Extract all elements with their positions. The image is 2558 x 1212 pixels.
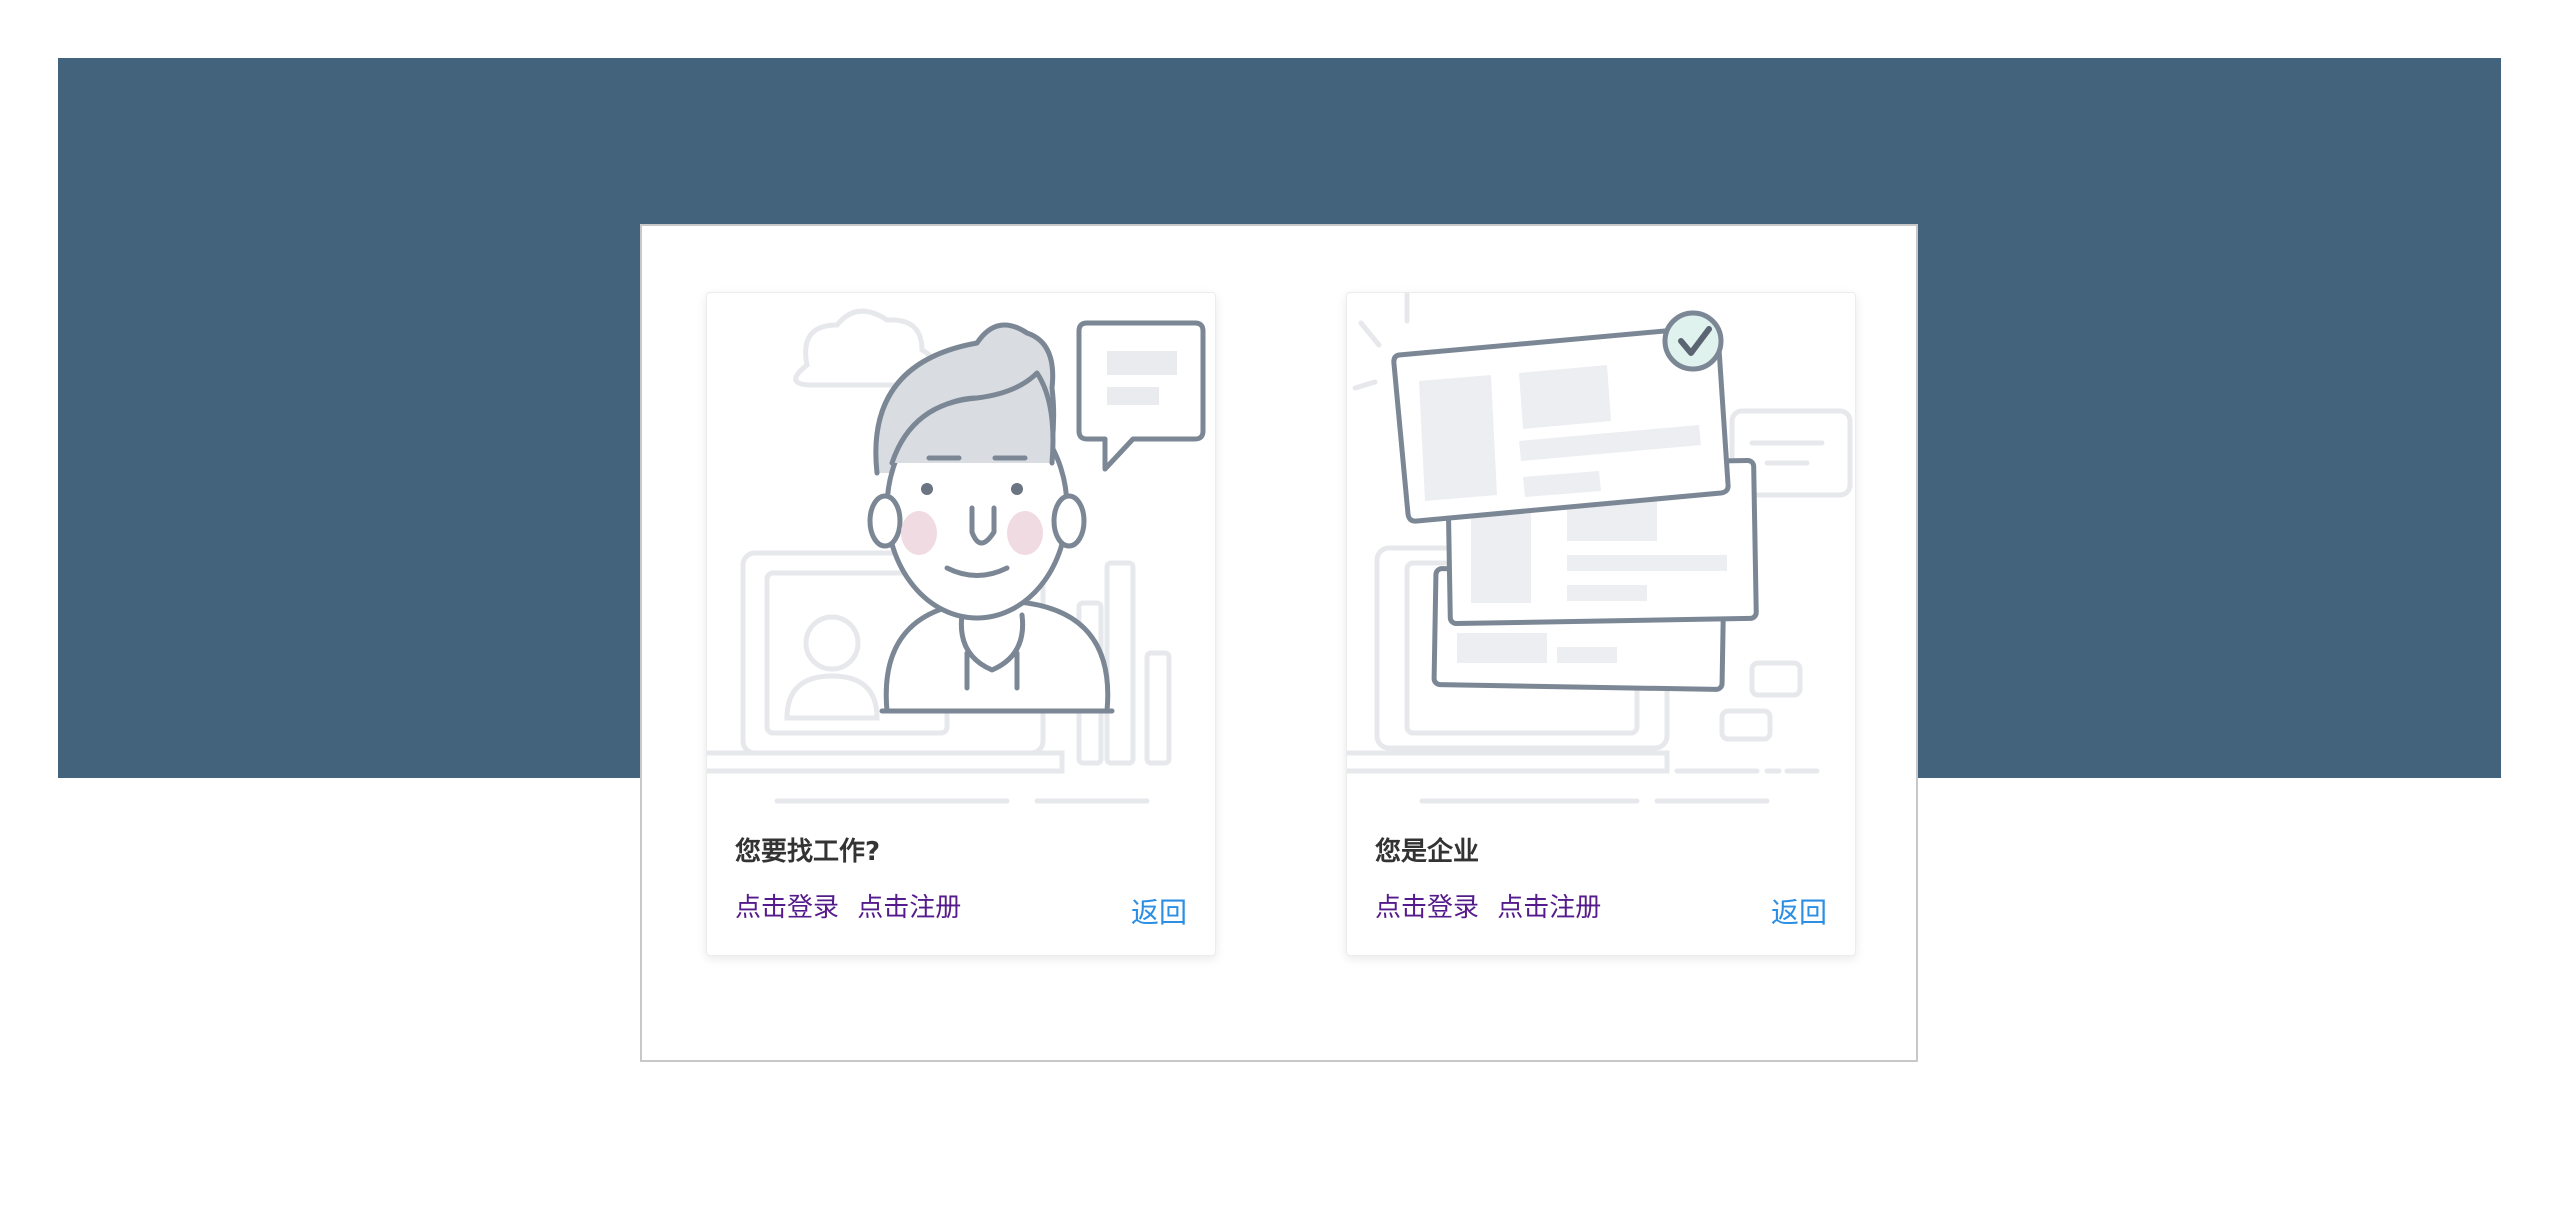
enterprise-title: 您是企业 xyxy=(1375,837,1480,867)
enterprise-auth-links: 点击登录 点击注册 xyxy=(1375,887,1601,924)
job-seeker-back-link[interactable]: 返回 xyxy=(1131,891,1187,931)
enterprise-login-link[interactable]: 点击登录 xyxy=(1375,893,1479,923)
role-select-panel: 您要找工作? 点击登录 点击注册 返回 您是企业 点击登录 点击注册 返回 xyxy=(640,224,1918,1062)
job-seeker-register-link[interactable]: 点击注册 xyxy=(857,893,961,923)
job-seeker-login-link[interactable]: 点击登录 xyxy=(735,893,839,923)
enterprise-back-link[interactable]: 返回 xyxy=(1771,891,1827,931)
enterprise-card: 您是企业 点击登录 点击注册 返回 xyxy=(1346,292,1856,956)
person-laptop-illustration xyxy=(707,293,1215,813)
job-seeker-auth-links: 点击登录 点击注册 xyxy=(735,887,961,924)
job-seeker-title: 您要找工作? xyxy=(735,837,881,867)
enterprise-register-link[interactable]: 点击注册 xyxy=(1497,893,1601,923)
job-seeker-card: 您要找工作? 点击登录 点击注册 返回 xyxy=(706,292,1216,956)
documents-checkmark-illustration xyxy=(1347,293,1855,813)
